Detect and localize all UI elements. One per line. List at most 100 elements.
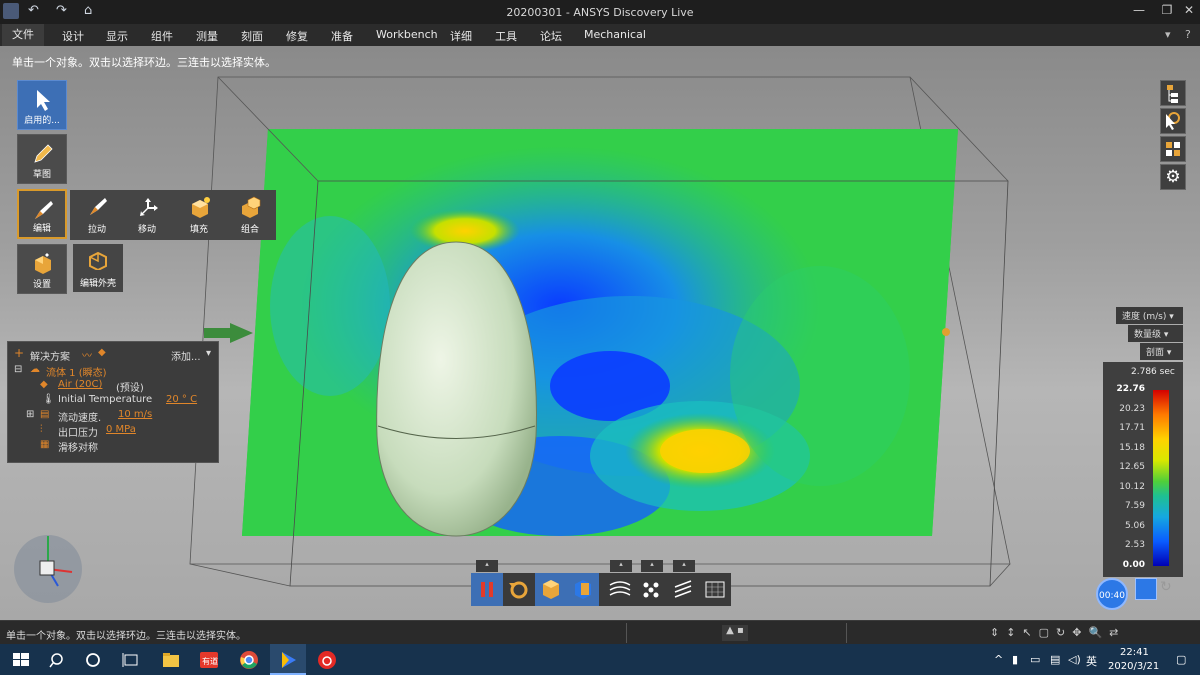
- edit-shell-label: 编辑外壳: [79, 279, 116, 289]
- task-view-icon[interactable]: [120, 649, 142, 671]
- streamlines-button[interactable]: [604, 573, 636, 606]
- ime-indicator[interactable]: 英: [1086, 653, 1097, 669]
- search-icon[interactable]: [46, 649, 68, 671]
- section-view-button[interactable]: [567, 573, 599, 606]
- tab-tools[interactable]: 工具: [495, 28, 517, 44]
- add-chevron-down-icon[interactable]: ▾: [206, 348, 211, 359]
- volume-icon[interactable]: ◁): [1068, 653, 1081, 666]
- sketch-tool-label: 草图: [32, 170, 51, 180]
- tab-mechanical[interactable]: Mechanical: [584, 28, 646, 41]
- file-explorer-icon[interactable]: [160, 649, 182, 671]
- edit-shell-tool-button[interactable]: 编辑外壳: [73, 244, 123, 292]
- vectors-button[interactable]: [667, 573, 699, 606]
- tab-workbench[interactable]: Workbench: [376, 28, 438, 41]
- youdao-icon[interactable]: 有道: [198, 649, 220, 671]
- clock-date[interactable]: 2020/3/21: [1108, 661, 1159, 672]
- view-tools-icons[interactable]: ⇕↕↖▢↻✥🔍⇄: [990, 626, 1125, 639]
- tab-display[interactable]: 显示: [106, 28, 128, 44]
- tab-forum[interactable]: 论坛: [540, 28, 562, 44]
- expand-chevron-icon[interactable]: ▴: [673, 560, 695, 572]
- timer-button[interactable]: 00:40: [1096, 578, 1128, 610]
- expand-chevron-icon[interactable]: ▴: [641, 560, 663, 572]
- status-collapse-icon[interactable]: ▲ ▪: [722, 625, 748, 641]
- combine-icon: [242, 196, 261, 218]
- add-plus-icon[interactable]: +: [14, 346, 24, 360]
- streamlines-icon: [609, 581, 631, 596]
- edit-tool-button[interactable]: 编辑: [17, 189, 67, 239]
- clock-time[interactable]: 22:41: [1120, 647, 1149, 658]
- solid-view-button[interactable]: [535, 573, 567, 606]
- structure-tree-button[interactable]: [1160, 80, 1186, 106]
- pull-tool-button[interactable]: 拉动: [72, 190, 122, 240]
- temperature-label: Initial Temperature: [58, 394, 153, 405]
- setup-tool-button[interactable]: 设置: [17, 244, 67, 294]
- material-link[interactable]: Air (20C): [58, 379, 102, 390]
- tab-prepare[interactable]: 准备: [331, 28, 353, 44]
- tray-chevron-up-icon[interactable]: ^: [994, 653, 1003, 666]
- home-icon[interactable]: ⌂: [84, 3, 92, 18]
- battery-icon[interactable]: ▭: [1030, 653, 1040, 666]
- settings-gear-icon[interactable]: ⚙: [1160, 164, 1186, 190]
- app-logo-icon: [3, 3, 19, 19]
- tab-facets[interactable]: 刻面: [241, 28, 263, 44]
- legend-toggle-button[interactable]: [1135, 578, 1157, 600]
- network-icon[interactable]: ▤: [1050, 653, 1060, 666]
- tab-assembly[interactable]: 组件: [151, 28, 173, 44]
- sketch-tool-button[interactable]: 草图: [17, 134, 67, 184]
- legend-tick: 17.71: [1119, 423, 1145, 433]
- restart-button[interactable]: [503, 573, 535, 606]
- velocity-value[interactable]: 10 m/s: [118, 409, 152, 420]
- microphone-icon[interactable]: ▮: [1012, 653, 1018, 666]
- pause-button[interactable]: [471, 573, 503, 606]
- undo-icon[interactable]: ↶: [28, 3, 39, 18]
- restore-button[interactable]: ❐: [1158, 3, 1176, 17]
- netease-music-icon[interactable]: [316, 649, 338, 671]
- combine-tool-label: 组合: [240, 225, 259, 235]
- reset-icon[interactable]: ↻: [1160, 579, 1172, 595]
- status-divider: [846, 623, 847, 643]
- expand-chevron-icon[interactable]: ▴: [476, 560, 498, 572]
- chrome-icon[interactable]: [238, 649, 260, 671]
- material-icon: ◆: [98, 347, 106, 358]
- close-button[interactable]: ✕: [1180, 3, 1198, 17]
- cortana-icon[interactable]: [82, 649, 104, 671]
- tab-file[interactable]: 文件: [2, 24, 44, 46]
- move-tool-button[interactable]: 移动: [122, 190, 172, 240]
- help-icon[interactable]: ?: [1185, 28, 1191, 41]
- redo-icon[interactable]: ↷: [56, 3, 67, 18]
- minimize-button[interactable]: —: [1130, 3, 1148, 17]
- tab-design[interactable]: 设计: [62, 28, 84, 44]
- select-tool-button[interactable]: 启用的...: [17, 80, 67, 130]
- mode-dropdown[interactable]: 剖面 ▾: [1140, 343, 1183, 360]
- outlet-value[interactable]: 0 MPa: [106, 424, 136, 435]
- 3d-viewport[interactable]: 单击一个对象。双击以选择环边。三连击以选择实体。 启用的... 草图 编辑 设置…: [0, 46, 1200, 620]
- display-value: 数量级: [1134, 330, 1162, 340]
- pencil-icon: [34, 144, 53, 163]
- expand-chevron-icon[interactable]: ▴: [610, 560, 632, 572]
- combine-tool-button[interactable]: 组合: [225, 190, 275, 240]
- windows-icon[interactable]: [10, 649, 32, 671]
- display-dropdown[interactable]: 数量级 ▾: [1128, 325, 1183, 342]
- symmetry-label[interactable]: 滑移对称: [58, 439, 98, 454]
- add-dropdown[interactable]: 添加...: [171, 348, 201, 363]
- windows-taskbar: 有道 ^ ▮ ▭ ▤ ◁) 英 22:41 2020/3/21 ▢: [0, 644, 1200, 675]
- window-title: 20200301 - ANSYS Discovery Live: [506, 6, 694, 19]
- move-tool-label: 移动: [137, 225, 156, 235]
- surface-button[interactable]: [699, 573, 731, 606]
- tab-measure[interactable]: 测量: [196, 28, 218, 44]
- temperature-value[interactable]: 20 ° C: [166, 394, 197, 405]
- result-view-button[interactable]: [1160, 136, 1186, 162]
- expand-velocity-icon[interactable]: ⊞: [26, 409, 34, 420]
- probe-button[interactable]: [1160, 108, 1186, 134]
- tab-repair[interactable]: 修复: [286, 28, 308, 44]
- notifications-icon[interactable]: ▢: [1176, 653, 1186, 666]
- particles-button[interactable]: [635, 573, 667, 606]
- fill-tool-button[interactable]: 填充: [174, 190, 224, 240]
- probe-icon: [1166, 112, 1180, 130]
- fluid-name[interactable]: 流体 1 (瞬态): [46, 364, 107, 379]
- tab-detail[interactable]: 详细: [450, 28, 472, 44]
- ribbon-collapse-icon[interactable]: ▾: [1165, 28, 1171, 41]
- expand-fluid-icon[interactable]: ⊟: [14, 364, 22, 375]
- quantity-dropdown[interactable]: 速度 (m/s) ▾: [1116, 307, 1183, 324]
- media-icon[interactable]: [277, 649, 299, 671]
